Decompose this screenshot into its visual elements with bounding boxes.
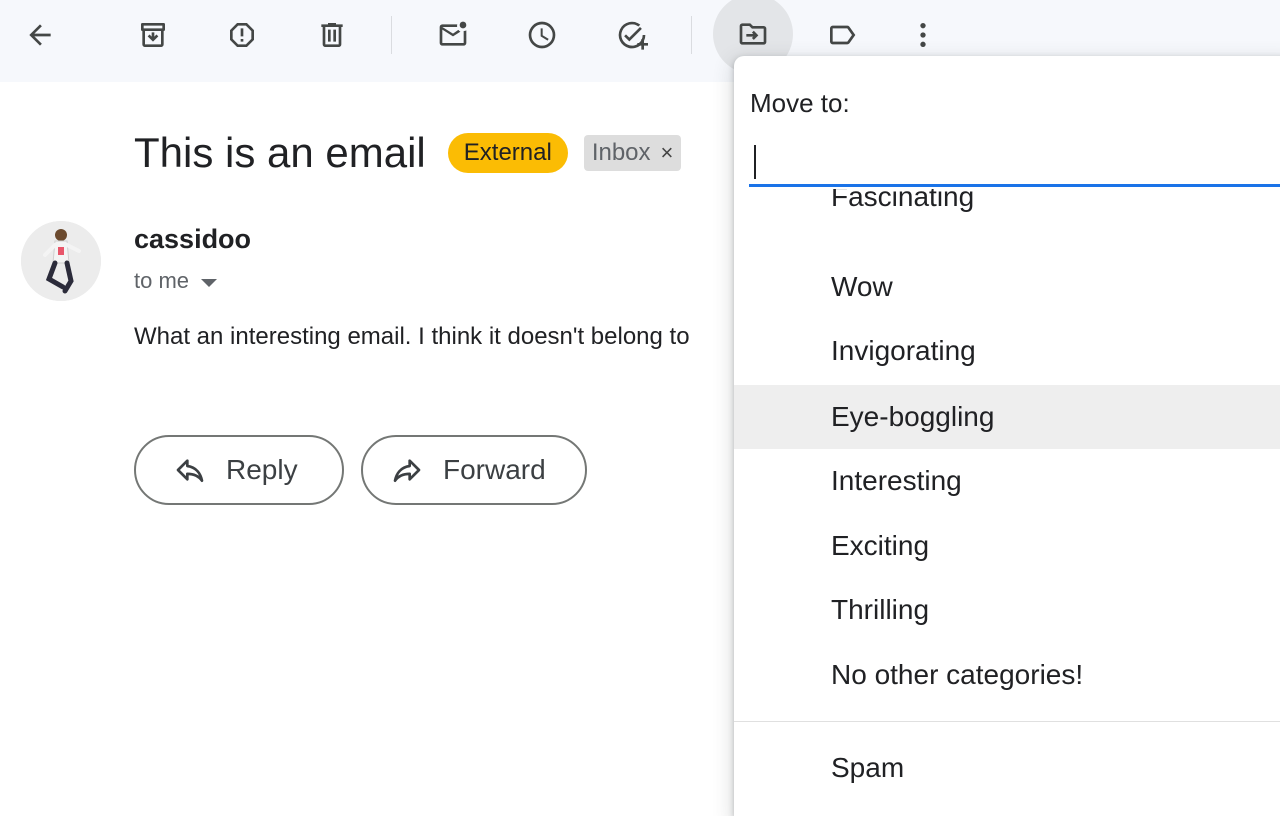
avatar-image [21, 221, 101, 301]
label-chip-inbox-text: Inbox [591, 139, 651, 166]
menu-item-exciting[interactable]: Exciting [734, 514, 1280, 578]
label-chip-inbox[interactable]: Inbox × [583, 135, 682, 171]
recipient-label: to me [134, 268, 190, 293]
avatar[interactable] [21, 221, 101, 301]
snooze-icon [528, 21, 556, 49]
toolbar-divider [391, 16, 392, 54]
delete-button[interactable] [292, 0, 372, 70]
report-spam-icon [230, 23, 254, 47]
forward-icon [393, 459, 421, 482]
more-options-icon [920, 23, 926, 47]
menu-item-no-other-categories[interactable]: No other categories! [734, 643, 1280, 707]
menu-title: Move to: [750, 88, 850, 118]
forward-button[interactable]: Forward [361, 435, 587, 505]
email-subject: This is an email [134, 129, 426, 176]
menu-divider [734, 721, 1280, 722]
reply-button[interactable]: Reply [134, 435, 344, 505]
move-to-search-input[interactable] [749, 141, 1280, 187]
add-to-tasks-icon [618, 21, 648, 50]
menu-item-fascinating[interactable]: Fascinating [734, 189, 1280, 229]
label-chip-external[interactable]: External [447, 133, 568, 173]
back-icon [29, 24, 51, 46]
text-cursor [754, 145, 756, 179]
forward-label: Forward [443, 454, 546, 485]
menu-item-wow[interactable]: Wow [734, 255, 1280, 319]
folder-list: Fascinating Wow Invigorating Eye-bogglin… [734, 189, 1280, 789]
menu-item-spam[interactable]: Spam [734, 736, 1280, 800]
menu-item-eye-boggling[interactable]: Eye-boggling [734, 385, 1280, 449]
move-to-icon [739, 23, 767, 45]
report-spam-button[interactable] [202, 0, 282, 70]
archive-button[interactable] [113, 0, 193, 70]
menu-item-interesting[interactable]: Interesting [734, 449, 1280, 513]
reply-icon [176, 459, 204, 482]
caret-down-icon[interactable] [201, 278, 218, 287]
mark-unread-icon [439, 21, 467, 46]
toolbar-divider [691, 16, 692, 54]
move-to-menu: Move to: Fascinating Wow Invigorating Ey… [734, 56, 1280, 816]
delete-icon [321, 23, 343, 47]
remove-label-icon[interactable]: × [661, 140, 674, 166]
recipient-details[interactable]: to me [134, 268, 218, 294]
email-body: What an interesting email. I think it do… [134, 323, 690, 350]
mark-unread-button[interactable] [413, 0, 493, 70]
add-to-tasks-button[interactable] [592, 0, 672, 70]
archive-icon [141, 23, 165, 47]
menu-item-thrilling[interactable]: Thrilling [734, 578, 1280, 642]
label-icon [830, 25, 856, 45]
subject-row: This is an email External Inbox × [134, 126, 682, 180]
back-button[interactable] [0, 0, 80, 70]
reply-label: Reply [226, 454, 298, 485]
sender-name: cassidoo [134, 224, 252, 254]
snooze-button[interactable] [502, 0, 582, 70]
menu-item-invigorating[interactable]: Invigorating [734, 319, 1280, 383]
